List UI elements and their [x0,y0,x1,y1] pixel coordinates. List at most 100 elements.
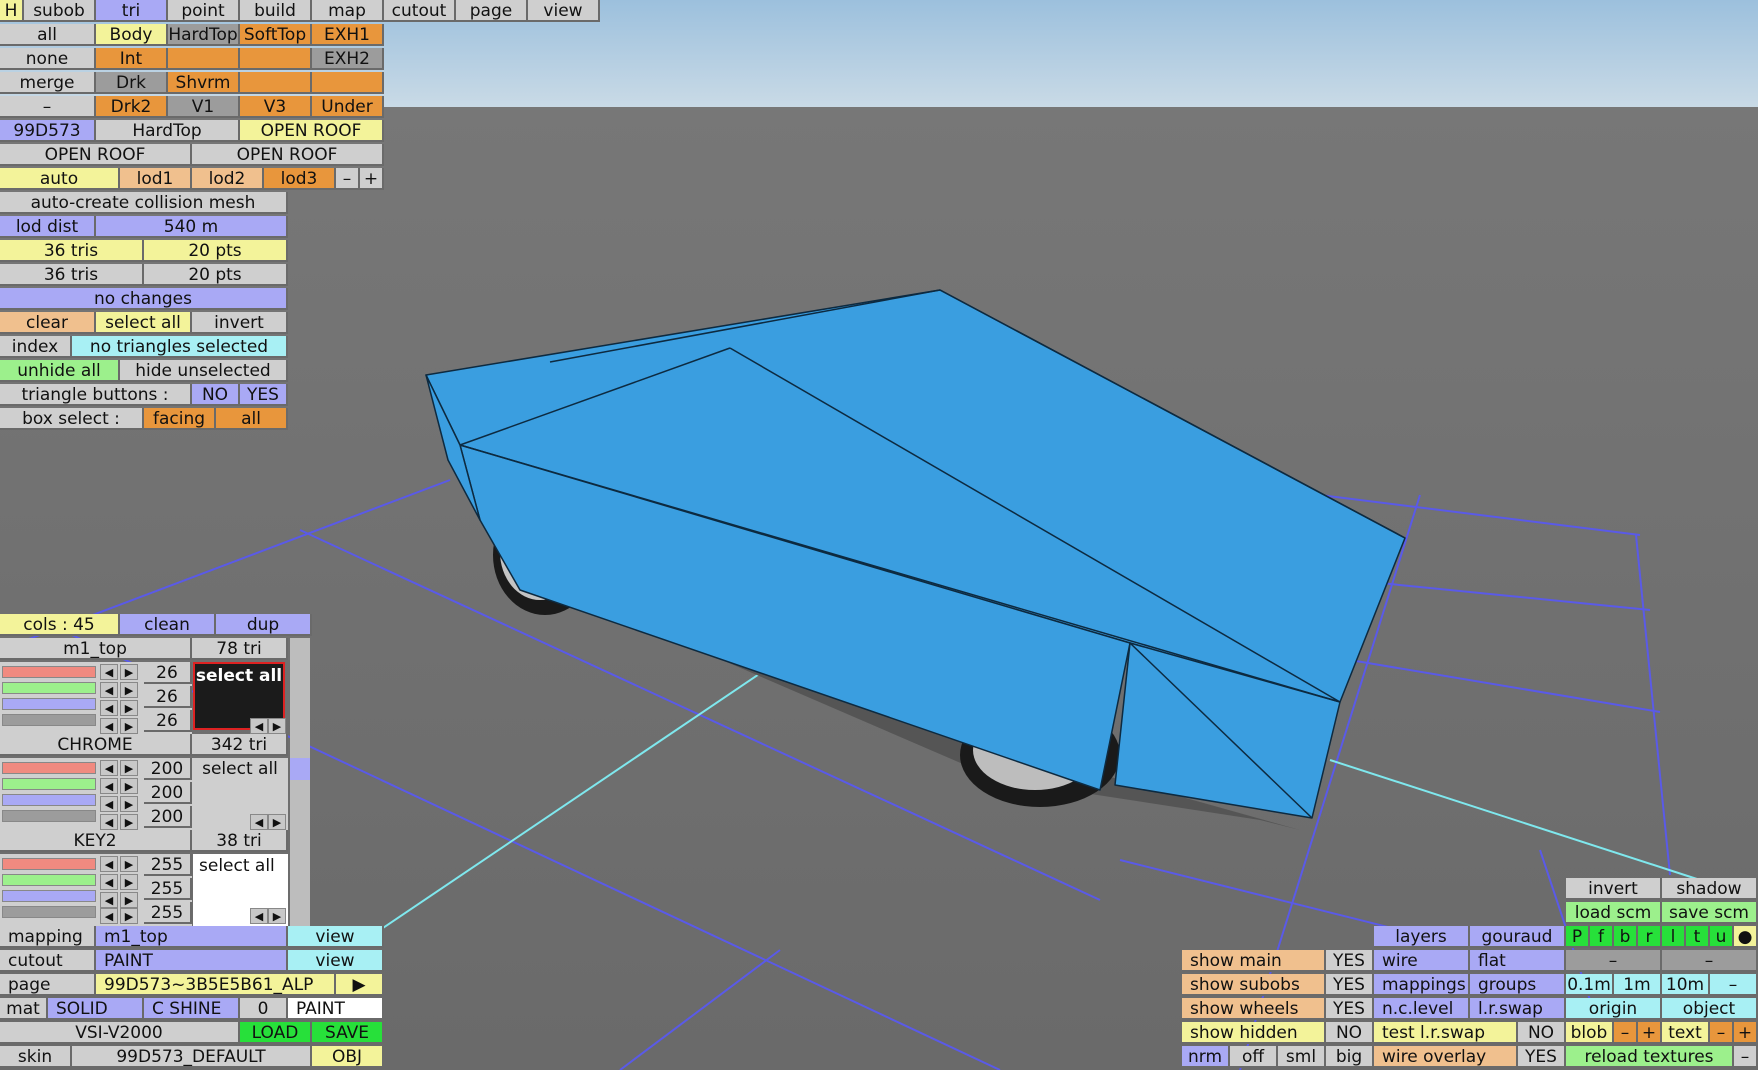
show-wheels-value[interactable]: YES [1326,998,1374,1020]
triangle-buttons-no[interactable]: NO [192,384,240,406]
normals-big[interactable]: big [1326,1046,1374,1068]
lod1-button[interactable]: lod1 [120,168,192,190]
show-main-label[interactable]: show main [1182,950,1326,972]
scale-10m[interactable]: 10m [1662,974,1710,996]
arrow-right-icon[interactable]: ▶ [120,682,138,698]
arrow-right-icon[interactable]: ▶ [120,778,138,794]
file-name[interactable]: VSI-V2000 [0,1022,240,1044]
show-wheels-label[interactable]: show wheels [1182,998,1326,1020]
text-button[interactable]: text [1662,1022,1710,1044]
scale-dash[interactable]: – [1710,974,1758,996]
group-empty-3[interactable] [240,72,312,94]
red-slider[interactable] [2,762,96,774]
arrow-left-icon[interactable]: ◀ [250,718,268,734]
wire-overlay-value[interactable]: YES [1518,1046,1566,1068]
open-roof-b[interactable]: OPEN ROOF [192,144,384,166]
normals-sml[interactable]: sml [1278,1046,1326,1068]
red-slider[interactable] [2,858,96,870]
tab-view[interactable]: view [528,0,600,22]
group-v1[interactable]: V1 [168,96,240,118]
mapping-view-button[interactable]: view [288,926,384,948]
gouraud-button[interactable]: gouraud [1470,926,1566,948]
origin-button[interactable]: origin [1566,998,1662,1020]
top-variant[interactable]: HardTop [96,120,240,142]
arrow-left-icon[interactable]: ◀ [250,814,268,830]
lod-minus-button[interactable]: – [336,168,360,190]
page-value[interactable]: 99D573~3B5E5B61_ALP [96,974,336,996]
arrow-right-icon[interactable]: ▶ [268,814,286,830]
green-value[interactable]: 255 [144,878,192,900]
arrow-left-icon[interactable]: ◀ [100,700,118,716]
reload-textures-button[interactable]: reload textures [1566,1046,1734,1068]
blue-value[interactable]: 255 [144,902,192,924]
clean-button[interactable]: clean [120,614,216,636]
arrow-right-icon[interactable]: ▶ [120,796,138,812]
material-name[interactable]: m1_top [0,638,192,660]
scroll-thumb[interactable] [290,758,310,780]
red-slider[interactable] [2,666,96,678]
invert-view-button[interactable]: invert [1566,878,1662,900]
material-select-all[interactable]: select all [192,758,288,780]
select-all-button[interactable]: all [0,24,96,46]
flat-button[interactable]: flat [1470,950,1566,972]
mat-paint[interactable]: PAINT [288,998,384,1020]
arrow-right-icon[interactable]: ▶ [120,908,138,924]
material-scrollbar[interactable] [290,638,310,926]
tab-subob[interactable]: subob [24,0,96,22]
group-exh1[interactable]: EXH1 [312,24,384,46]
view-u[interactable]: u [1710,926,1734,948]
mat-zero[interactable]: 0 [240,998,288,1020]
cutout-value[interactable]: PAINT [96,950,288,972]
lod2-button[interactable]: lod2 [192,168,264,190]
arrow-left-icon[interactable]: ◀ [100,892,118,908]
load-button[interactable]: LOAD [240,1022,312,1044]
arrow-right-icon[interactable]: ▶ [120,760,138,776]
view-t[interactable]: t [1686,926,1710,948]
green-value[interactable]: 26 [144,686,192,708]
select-none-button[interactable]: none [0,48,96,70]
arrow-left-icon[interactable]: ◀ [100,814,118,830]
dash-view-1[interactable]: – [1566,950,1662,972]
dup-button[interactable]: dup [216,614,312,636]
view-r[interactable]: r [1638,926,1662,948]
hide-unselected-button[interactable]: hide unselected [120,360,288,382]
box-select-facing[interactable]: facing [144,408,216,430]
green-slider[interactable] [2,682,96,694]
arrow-left-icon[interactable]: ◀ [100,718,118,734]
arrow-right-icon[interactable]: ▶ [120,700,138,716]
arrow-left-icon[interactable]: ◀ [100,778,118,794]
wire-button[interactable]: wire [1374,950,1470,972]
text-plus[interactable]: + [1734,1022,1758,1044]
arrow-right-icon[interactable]: ▶ [268,908,286,924]
alpha-slider[interactable] [2,810,96,822]
group-shvrm[interactable]: Shvrm [168,72,240,94]
blue-slider[interactable] [2,890,96,902]
show-hidden-value[interactable]: NO [1326,1022,1374,1044]
view-l[interactable]: l [1662,926,1686,948]
mat-solid[interactable]: SOLID [48,998,144,1020]
blob-button[interactable]: blob [1566,1022,1614,1044]
view-dot-icon[interactable]: ● [1734,926,1758,948]
blue-value[interactable]: 200 [144,806,192,828]
shadow-button[interactable]: shadow [1662,878,1758,900]
arrow-right-icon[interactable]: ▶ [120,892,138,908]
normals-nrm[interactable]: nrm [1182,1046,1230,1068]
green-slider[interactable] [2,778,96,790]
skin-value[interactable]: 99D573_DEFAULT [72,1046,312,1068]
green-value[interactable]: 200 [144,782,192,804]
test-lr-swap-button[interactable]: test l.r.swap [1374,1022,1518,1044]
collision-mesh-button[interactable]: auto-create collision mesh [0,192,288,214]
group-drk2[interactable]: Drk2 [96,96,168,118]
arrow-left-icon[interactable]: ◀ [250,908,268,924]
box-select-all[interactable]: all [216,408,288,430]
arrow-right-icon[interactable]: ▶ [120,664,138,680]
triangle-buttons-yes[interactable]: YES [240,384,288,406]
lod-plus-button[interactable]: + [360,168,384,190]
obj-button[interactable]: OBJ [312,1046,384,1068]
object-button[interactable]: object [1662,998,1758,1020]
lod-auto[interactable]: auto [0,168,120,190]
show-subobs-value[interactable]: YES [1326,974,1374,996]
scale-01m[interactable]: 0.1m [1566,974,1614,996]
group-int[interactable]: Int [96,48,168,70]
arrow-left-icon[interactable]: ◀ [100,796,118,812]
